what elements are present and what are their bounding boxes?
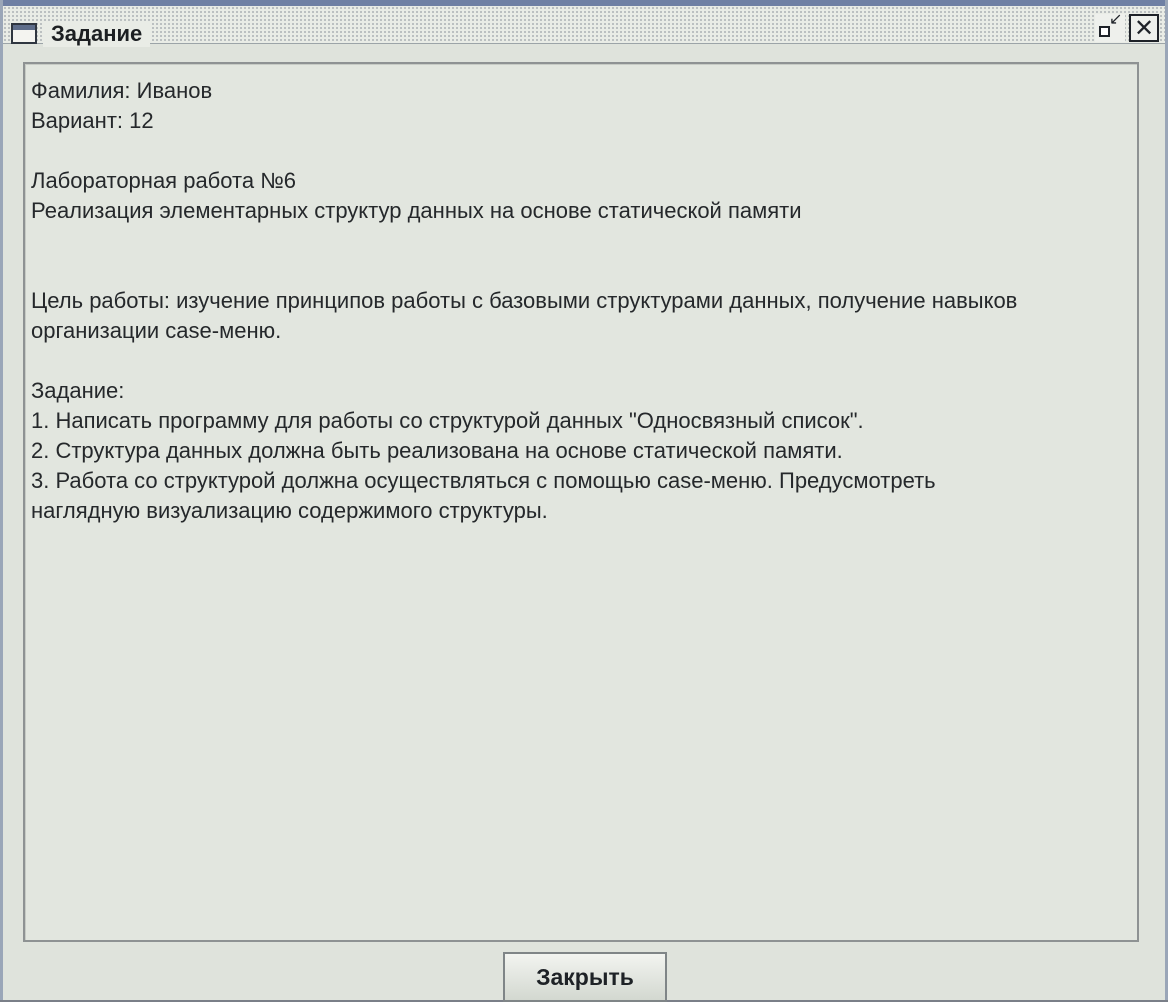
window-icon [11,23,37,44]
text-line-lab-topic: Реализация элементарных структур данных … [31,198,802,223]
close-button[interactable]: Закрыть [503,952,667,1002]
text-line-task-3: 3. Работа со структурой должна осуществл… [31,468,936,493]
text-line-variant: Вариант: 12 [31,108,154,133]
window-title: Задание [43,21,151,47]
text-line-task-1: 1. Написать программу для работы со стру… [31,408,864,433]
task-text-area[interactable]: Фамилия: Иванов Вариант: 12 Лабораторная… [23,62,1139,942]
text-line-surname: Фамилия: Иванов [31,78,213,103]
restore-arrow-icon: ↙ [1109,11,1123,28]
text-line-task-2: 2. Структура данных должна быть реализов… [31,438,843,463]
restore-button[interactable]: ↙ [1095,11,1125,42]
window-close-button[interactable]: ✕ [1129,14,1159,42]
text-line-task-3-cont: наглядную визуализацию содержимого струк… [31,498,548,523]
close-icon: ✕ [1133,14,1155,42]
text-line-goal-cont: организации case-меню. [31,318,282,343]
text-line-goal: Цель работы: изучение принципов работы с… [31,288,1018,313]
task-text: Фамилия: Иванов Вариант: 12 Лабораторная… [31,76,1125,526]
title-bar[interactable]: Задание ↙ ✕ [3,0,1165,47]
task-window: Задание ↙ ✕ Фамилия: Иванов Вариант: 12 … [0,0,1168,1002]
text-line-task-header: Задание: [31,378,125,403]
text-line-lab-number: Лабораторная работа №6 [31,168,297,193]
